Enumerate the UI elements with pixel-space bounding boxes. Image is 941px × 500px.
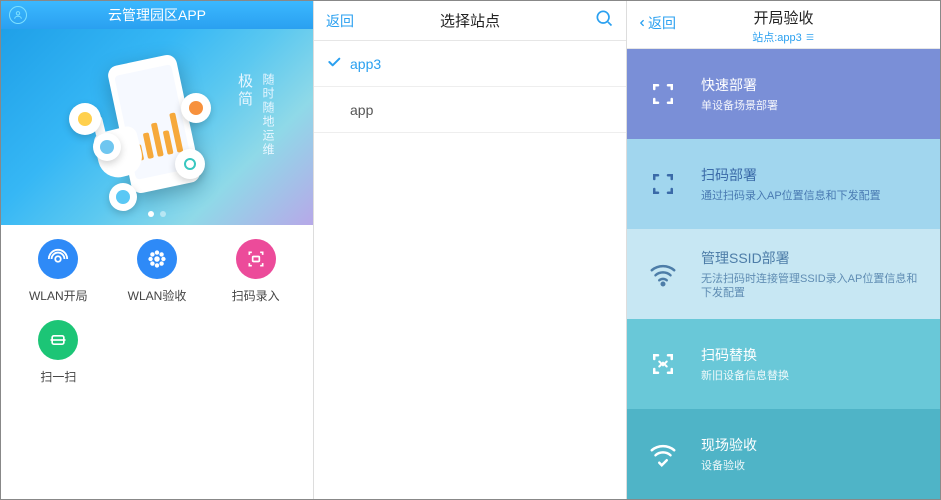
app-title: 云管理园区APP xyxy=(1,5,313,25)
wifi-check-icon xyxy=(645,439,681,469)
option-title: 扫码替换 xyxy=(701,345,789,365)
scan-icon xyxy=(38,320,78,360)
feature-wlan-start[interactable]: WLAN开局 xyxy=(9,239,108,304)
feature-label: 扫码录入 xyxy=(232,287,280,304)
option-title: 扫码部署 xyxy=(701,165,881,185)
wlan-start-icon xyxy=(38,239,78,279)
feature-label: 扫一扫 xyxy=(40,368,76,385)
option-desc: 通过扫码录入AP位置信息和下发配置 xyxy=(701,189,881,203)
wifi-icon xyxy=(645,259,681,289)
option-scan-replace[interactable]: 扫码替换 新旧设备信息替换 xyxy=(627,319,940,409)
acceptance-header: 返回 开局验收 站点:app3 xyxy=(627,1,940,49)
site-select-panel: 返回 选择站点 app3 app xyxy=(314,1,627,499)
option-onsite-accept[interactable]: 现场验收 设备验收 xyxy=(627,409,940,499)
bubble-icon xyxy=(69,103,101,135)
list-icon xyxy=(805,32,815,42)
back-button[interactable]: 返回 xyxy=(637,13,676,33)
option-desc: 新旧设备信息替换 xyxy=(701,369,789,383)
feature-label: WLAN开局 xyxy=(29,287,88,304)
hero-text-sub: 随时随地运维 xyxy=(260,73,277,157)
feature-scan[interactable]: 扫一扫 xyxy=(9,320,108,385)
option-title: 现场验收 xyxy=(701,435,757,455)
site-name: app3 xyxy=(350,56,381,72)
back-label: 返回 xyxy=(648,13,676,33)
wlan-accept-icon xyxy=(137,239,177,279)
bubble-icon xyxy=(175,149,205,179)
back-button[interactable]: 返回 xyxy=(326,11,354,31)
bubble-icon xyxy=(181,93,211,123)
carousel-dots[interactable] xyxy=(148,211,166,217)
check-icon xyxy=(326,54,342,73)
feature-label: WLAN验收 xyxy=(128,287,187,304)
page-title: 选择站点 xyxy=(440,10,500,31)
site-list: app3 app xyxy=(314,41,626,133)
scan-frame-icon xyxy=(645,79,681,109)
option-list: 快速部署 单设备场景部署 扫码部署 通过扫码录入AP位置信息和下发配置 管理 xyxy=(627,49,940,499)
home-header: 云管理园区APP xyxy=(1,1,313,29)
site-item[interactable]: app xyxy=(314,87,626,133)
page-title: 开局验收 xyxy=(753,7,813,28)
option-title: 快速部署 xyxy=(701,75,778,95)
chevron-left-icon xyxy=(637,16,647,30)
option-quick-deploy[interactable]: 快速部署 单设备场景部署 xyxy=(627,49,940,139)
option-desc: 单设备场景部署 xyxy=(701,99,778,113)
acceptance-panel: 返回 开局验收 站点:app3 快速部署 单设备场景部署 xyxy=(627,1,940,499)
bubble-icon xyxy=(93,133,121,161)
option-scan-deploy[interactable]: 扫码部署 通过扫码录入AP位置信息和下发配置 xyxy=(627,139,940,229)
option-desc: 无法扫码时连接管理SSID录入AP位置信息和下发配置 xyxy=(701,272,924,301)
site-item[interactable]: app3 xyxy=(314,41,626,87)
hero-text-main: 极简 xyxy=(234,73,255,109)
feature-scan-entry[interactable]: 扫码录入 xyxy=(206,239,305,304)
subtitle[interactable]: 站点:app3 xyxy=(752,29,815,45)
scan-replace-icon xyxy=(645,349,681,379)
feature-wlan-accept[interactable]: WLAN验收 xyxy=(108,239,207,304)
option-desc: 设备验收 xyxy=(701,459,757,473)
option-title: 管理SSID部署 xyxy=(701,248,924,268)
bubble-icon xyxy=(109,183,137,211)
site-name: app xyxy=(350,102,373,118)
search-icon[interactable] xyxy=(594,8,614,33)
scan-entry-icon xyxy=(236,239,276,279)
option-ssid-deploy[interactable]: 管理SSID部署 无法扫码时连接管理SSID录入AP位置信息和下发配置 xyxy=(627,229,940,319)
feature-grid: WLAN开局 WLAN验收 扫码录入 扫一扫 xyxy=(1,225,313,385)
hero-banner[interactable]: 极简 随时随地运维 xyxy=(1,29,313,225)
site-header: 返回 选择站点 xyxy=(314,1,626,41)
home-panel: 云管理园区APP 极简 随时随地运维 xyxy=(1,1,314,499)
scan-frame-icon xyxy=(645,169,681,199)
